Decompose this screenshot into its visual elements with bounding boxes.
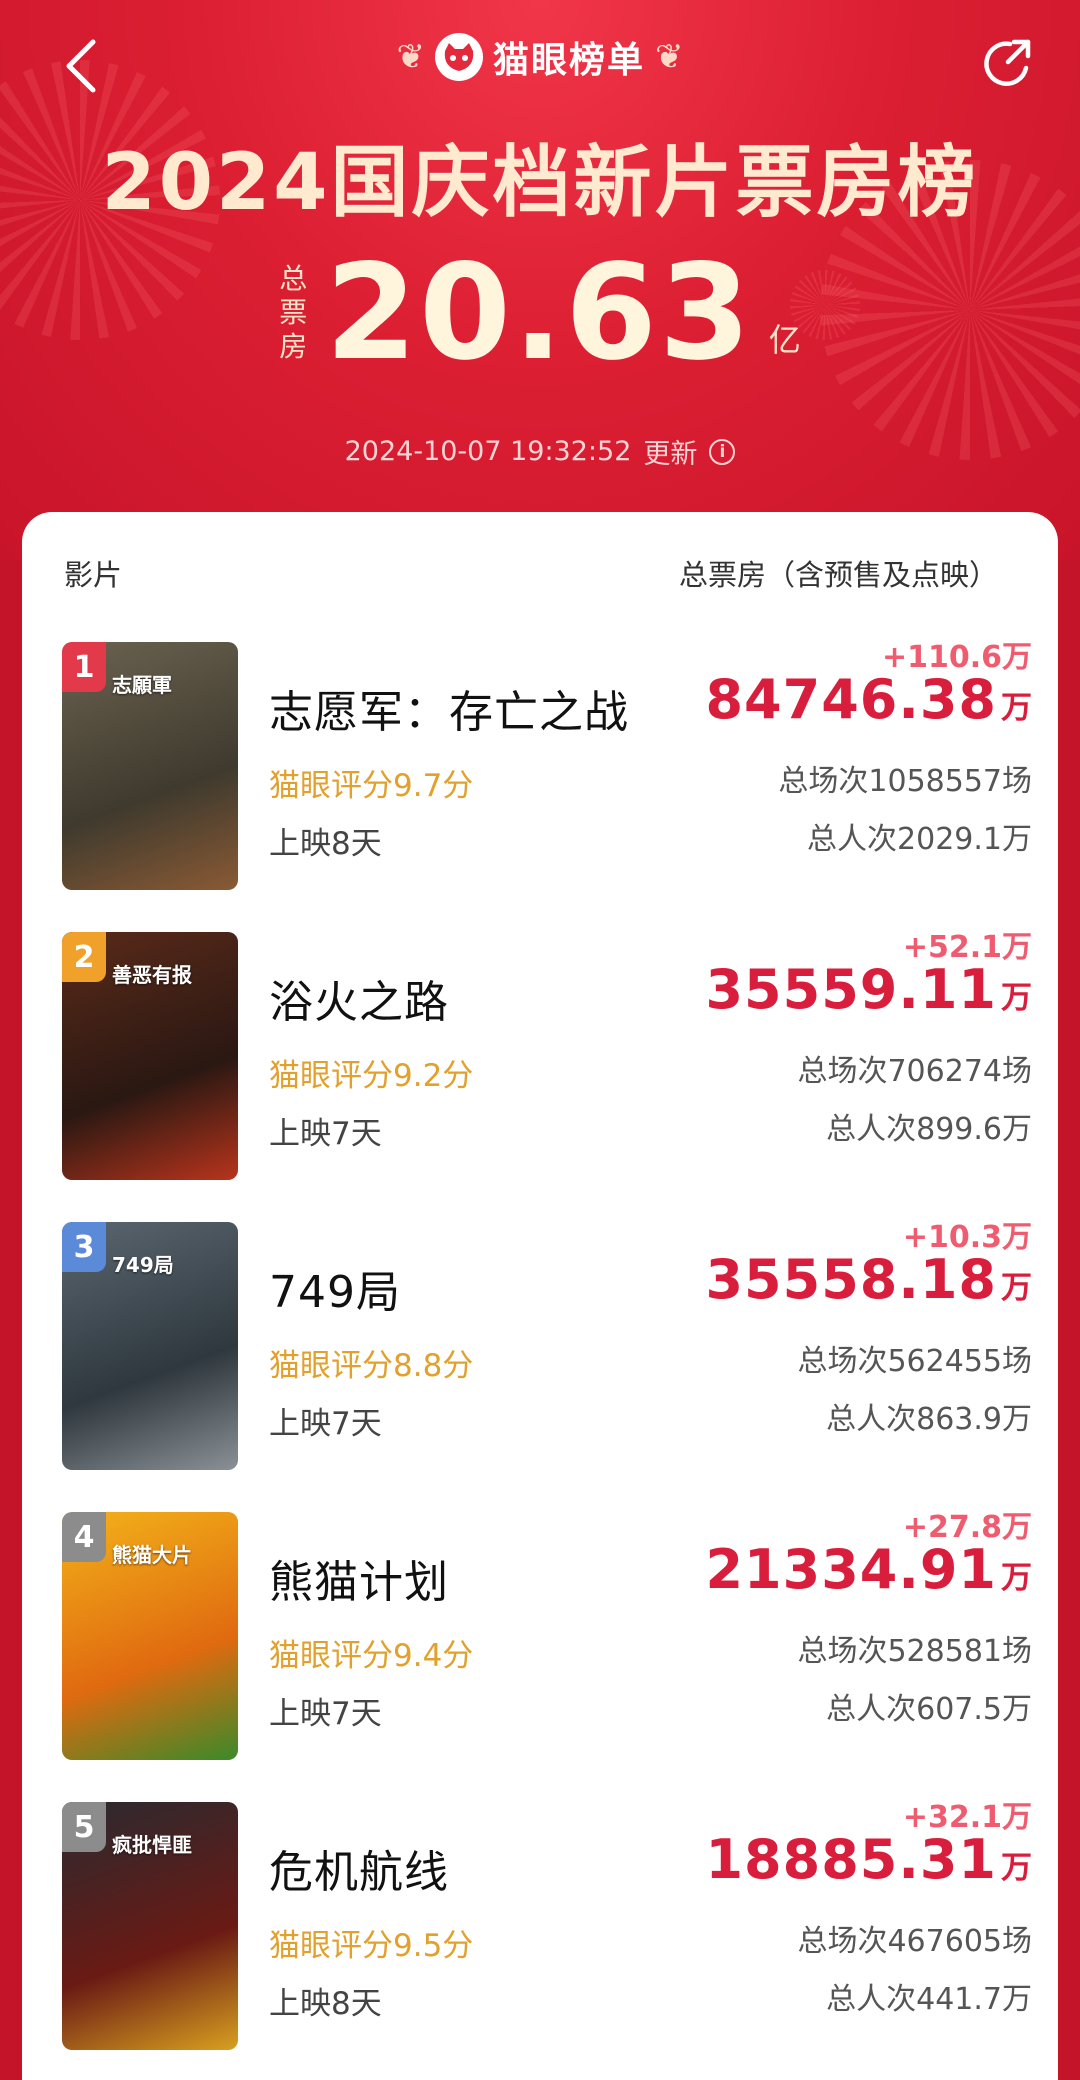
- film-score: 猫眼评分9.2分: [269, 1058, 474, 1094]
- box-office-unit: 万: [1001, 1560, 1032, 1596]
- update-label: 更新: [643, 439, 698, 470]
- box-office-value: 18885.31: [705, 1828, 997, 1891]
- film-title[interactable]: 浴火之路: [269, 966, 449, 1030]
- box-office-value: 35558.18: [705, 1248, 997, 1311]
- box-office-total: 18885.31 万: [705, 1828, 1032, 1891]
- film-title[interactable]: 志愿军：存亡之战: [269, 676, 629, 740]
- share-button[interactable]: [978, 34, 1038, 94]
- film-days: 上映8天: [269, 826, 382, 862]
- box-office-total: 35558.18 万: [705, 1248, 1032, 1311]
- total-sessions: 总场次467605场: [797, 1924, 1032, 1959]
- film-poster[interactable]: 3 749局: [62, 1222, 238, 1470]
- laurel-left-icon: ❦: [396, 37, 425, 77]
- total-label-char: 房: [279, 330, 308, 363]
- box-office-unit: 万: [1001, 1270, 1032, 1306]
- film-score: 猫眼评分9.5分: [269, 1928, 474, 1964]
- film-days: 上映7天: [269, 1116, 382, 1152]
- film-poster[interactable]: 5 疯批悍匪: [62, 1802, 238, 2050]
- rank-badge: 2: [62, 932, 106, 982]
- total-value: 20.63: [325, 236, 753, 390]
- film-title[interactable]: 熊猫计划: [269, 1546, 449, 1610]
- box-office-value: 21334.91: [705, 1538, 997, 1601]
- box-office-unit: 万: [1001, 690, 1032, 726]
- film-days: 上映7天: [269, 1406, 382, 1442]
- share-icon: [984, 39, 1031, 86]
- column-box-office: 总票房（含预售及点映）: [678, 558, 998, 592]
- poster-caption: 志願軍: [112, 673, 172, 697]
- film-row[interactable]: 5 疯批悍匪 危机航线 猫眼评分9.5分 上映8天 +32.1万 18885.31 万总场次4…: [62, 1800, 1032, 2052]
- box-office-value: 35559.11: [705, 958, 997, 1021]
- poster-caption: 善恶有报: [112, 963, 192, 987]
- total-attendance: 总人次607.5万: [826, 1692, 1032, 1727]
- total-box-office: 总 票 房 20.63 亿: [0, 236, 1080, 390]
- film-poster[interactable]: 4 熊猫大片: [62, 1512, 238, 1760]
- rank-badge: 3: [62, 1222, 106, 1272]
- film-title[interactable]: 危机航线: [269, 1836, 449, 1900]
- laurel-right-icon: ❦: [655, 37, 684, 77]
- box-office-total: 21334.91 万: [705, 1538, 1032, 1601]
- film-row[interactable]: 1 志願軍 志愿军：存亡之战 猫眼评分9.7分 上映8天 +110.6万 84746.38 万…: [62, 640, 1032, 892]
- film-poster[interactable]: 2 善恶有报: [62, 932, 238, 1180]
- film-score: 猫眼评分9.4分: [269, 1638, 474, 1674]
- total-label-char: 总: [279, 262, 308, 295]
- total-sessions: 总场次528581场: [797, 1634, 1032, 1669]
- film-score: 猫眼评分9.7分: [269, 768, 474, 804]
- box-office-unit: 万: [1001, 980, 1032, 1016]
- rank-badge: 4: [62, 1512, 106, 1562]
- rank-badge: 1: [62, 642, 106, 692]
- box-office-value: 84746.38: [705, 668, 997, 731]
- brand-title: 猫眼榜单: [492, 40, 645, 81]
- rank-badge: 5: [62, 1802, 106, 1852]
- total-label-char: 票: [279, 296, 308, 329]
- ranking-card: 影片 总票房（含预售及点映） 1 志願軍 志愿军：存亡之战 猫眼评分9.7分 上映8天 +…: [22, 512, 1058, 2080]
- info-icon[interactable]: i: [709, 438, 736, 465]
- poster-caption: 749局: [112, 1253, 174, 1277]
- column-header: 影片 总票房（含预售及点映）: [64, 552, 998, 592]
- total-sessions: 总场次706274场: [797, 1054, 1032, 1089]
- film-row[interactable]: 2 善恶有报 浴火之路 猫眼评分9.2分 上映7天 +52.1万 35559.11 万总场次7…: [62, 930, 1032, 1182]
- update-time: 2024-10-07 19:32:52: [344, 436, 632, 467]
- total-attendance: 总人次2029.1万: [807, 822, 1032, 857]
- total-attendance: 总人次899.6万: [826, 1112, 1032, 1147]
- film-days: 上映7天: [269, 1696, 382, 1732]
- poster-caption: 熊猫大片: [112, 1543, 192, 1567]
- update-info: 2024-10-07 19:32:52 更新 i: [0, 432, 1080, 471]
- box-office-total: 35559.11 万: [705, 958, 1032, 1021]
- total-attendance: 总人次863.9万: [826, 1402, 1032, 1437]
- film-score: 猫眼评分8.8分: [269, 1348, 474, 1384]
- box-office-unit: 万: [1001, 1850, 1032, 1886]
- column-film: 影片: [64, 558, 123, 592]
- box-office-total: 84746.38 万: [705, 668, 1032, 731]
- maoyan-logo-icon: [434, 33, 483, 81]
- film-row[interactable]: 3 749局 749局 猫眼评分8.8分 上映7天 +10.3万 35558.18 万总场次5…: [62, 1220, 1032, 1472]
- film-title[interactable]: 749局: [269, 1256, 401, 1320]
- header-banner: ❦ 猫眼榜单 ❦ 2024国庆档新片票房榜 总 票 房 20.63 亿 2024…: [0, 0, 1080, 560]
- total-label: 总 票 房: [279, 262, 307, 364]
- total-unit: 亿: [768, 321, 801, 359]
- film-poster[interactable]: 1 志願軍: [62, 642, 238, 890]
- total-attendance: 总人次441.7万: [826, 1982, 1032, 2017]
- film-days: 上映8天: [269, 1986, 382, 2022]
- film-row[interactable]: 4 熊猫大片 熊猫计划 猫眼评分9.4分 上映7天 +27.8万 21334.91 万总场次5…: [62, 1510, 1032, 1762]
- poster-caption: 疯批悍匪: [112, 1833, 192, 1857]
- brand: ❦ 猫眼榜单 ❦: [0, 30, 1080, 84]
- page-title: 2024国庆档新片票房榜: [101, 138, 979, 228]
- total-sessions: 总场次562455场: [797, 1344, 1032, 1379]
- total-sessions: 总场次1058557场: [778, 764, 1032, 799]
